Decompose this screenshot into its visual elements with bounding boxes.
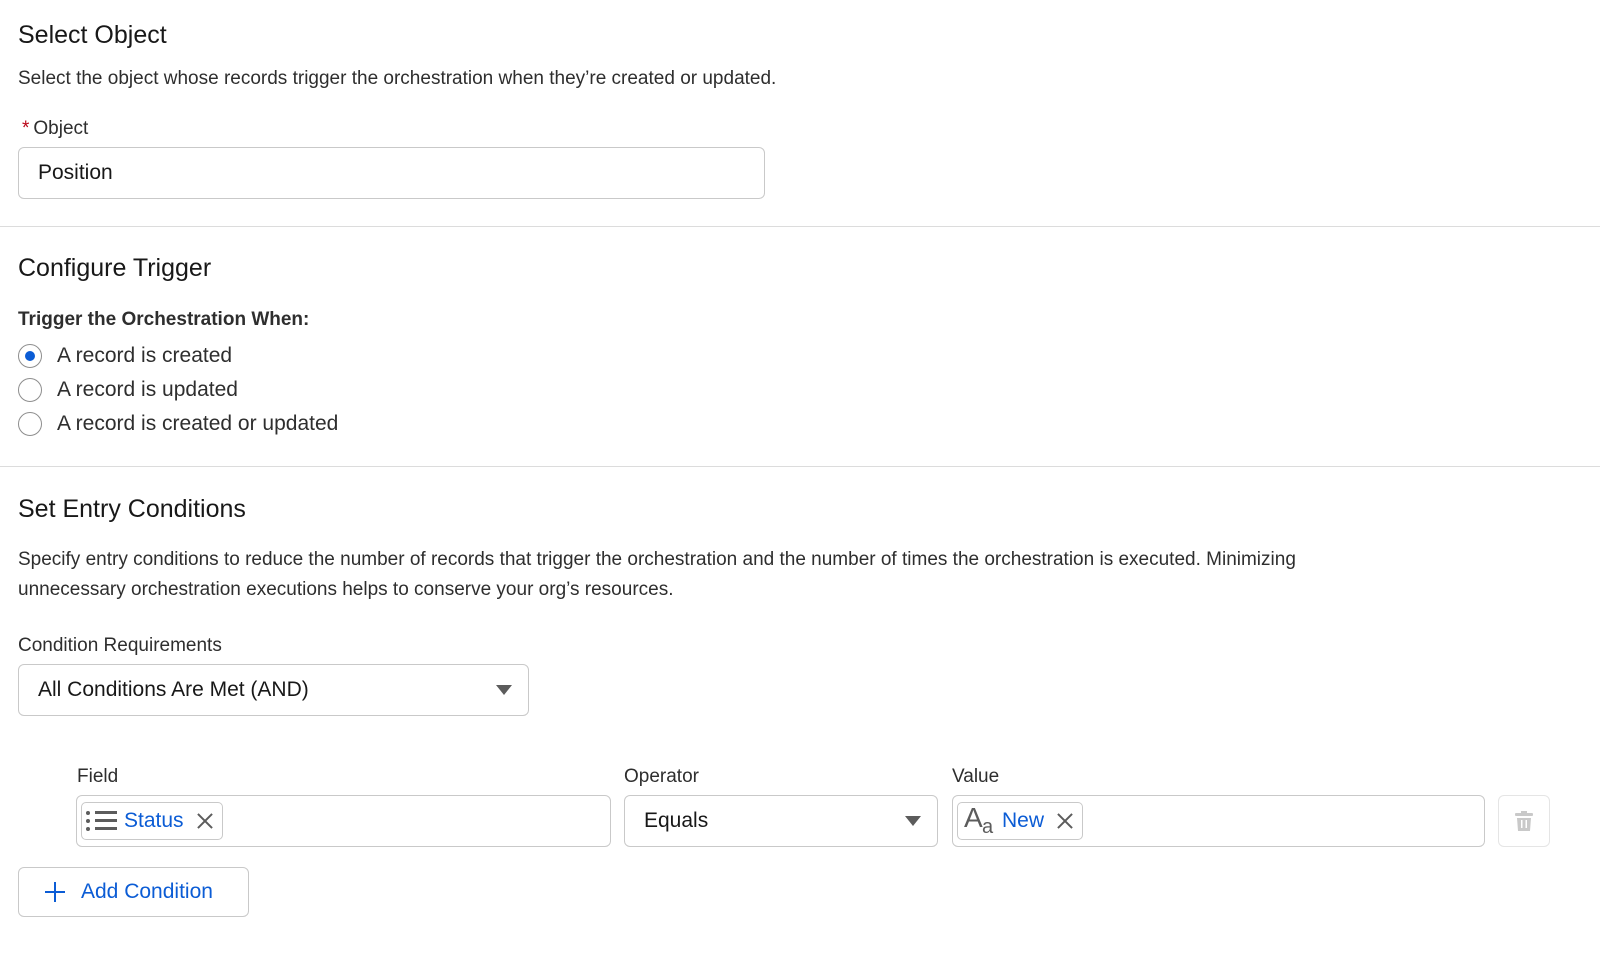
orchestration-trigger-page: Select Object Select the object whose re… [0, 0, 1600, 958]
radio-button[interactable] [18, 412, 42, 436]
condition-requirements-label: Condition Requirements [18, 635, 222, 656]
add-condition-button[interactable]: Add Condition [18, 867, 249, 917]
field-column-label: Field [77, 766, 119, 787]
operator-value: Equals [644, 809, 709, 832]
object-label: * Object [22, 117, 88, 141]
delete-condition-button[interactable] [1498, 795, 1550, 847]
radio-option-created[interactable]: A record is created [18, 341, 232, 371]
object-input-value: Position [38, 161, 113, 184]
required-marker: * [22, 118, 30, 139]
entry-conditions-title: Set Entry Conditions [18, 495, 246, 523]
operator-column-label: Operator [624, 766, 699, 787]
radio-option-created-or-updated[interactable]: A record is created or updated [18, 409, 338, 439]
close-icon[interactable] [1056, 812, 1074, 830]
close-icon[interactable] [196, 812, 214, 830]
field-input[interactable]: Status [76, 795, 611, 847]
section-divider [0, 466, 1600, 467]
add-condition-label: Add Condition [81, 880, 213, 903]
radio-label: A record is created [57, 344, 233, 367]
plus-icon [45, 882, 65, 902]
operator-select[interactable]: Equals [624, 795, 938, 847]
select-object-description: Select the object whose records trigger … [18, 68, 777, 89]
radio-label: A record is created or updated [57, 412, 339, 435]
radio-option-updated[interactable]: A record is updated [18, 375, 238, 405]
value-column-label: Value [952, 766, 1000, 787]
value-pill-label: New [1002, 809, 1045, 832]
entry-conditions-description-line2: unnecessary orchestration executions hel… [18, 579, 674, 600]
entry-conditions-description-line1: Specify entry conditions to reduce the n… [18, 549, 1296, 570]
radio-button[interactable] [18, 378, 42, 402]
radio-label: A record is updated [57, 378, 238, 401]
value-pill[interactable]: Aa New [957, 802, 1084, 840]
picklist-icon [86, 809, 118, 833]
field-pill[interactable]: Status [81, 802, 223, 840]
object-input[interactable]: Position [18, 147, 765, 199]
value-input[interactable]: Aa New [952, 795, 1485, 847]
field-pill-label: Status [124, 809, 184, 832]
section-divider [0, 226, 1600, 227]
condition-requirements-value: All Conditions Are Met (AND) [38, 678, 309, 701]
configure-trigger-title: Configure Trigger [18, 254, 212, 282]
object-label-text: Object [33, 118, 89, 139]
select-object-title: Select Object [18, 21, 167, 49]
text-type-icon: Aa [964, 802, 994, 838]
chevron-down-icon [496, 685, 512, 695]
trigger-heading: Trigger the Orchestration When: [18, 309, 310, 330]
radio-button[interactable] [18, 344, 42, 368]
condition-requirements-select[interactable]: All Conditions Are Met (AND) [18, 664, 529, 716]
chevron-down-icon [905, 816, 921, 826]
trash-icon [1515, 811, 1533, 831]
